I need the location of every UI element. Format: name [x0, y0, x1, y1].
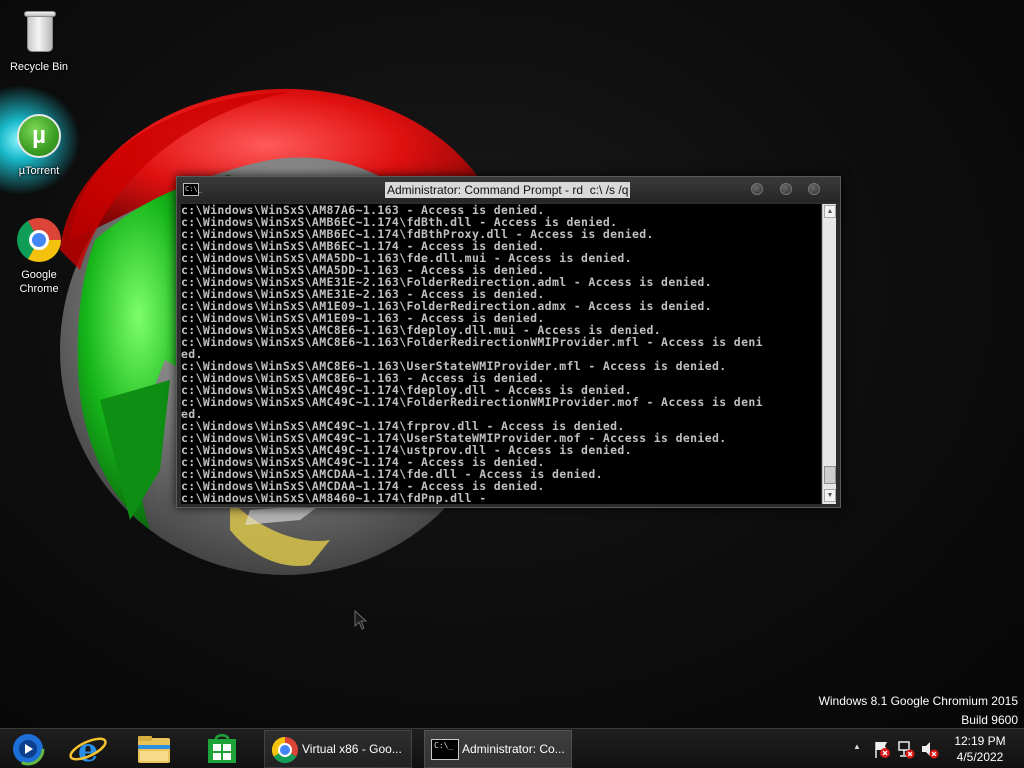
windows-version-watermark: Windows 8.1 Google Chromium 2015 [818, 694, 1018, 708]
recycle-bin-icon [15, 8, 63, 56]
taskbar-task-label: Virtual x86 - Goo... [302, 742, 402, 756]
action-center-flag-icon [875, 742, 890, 758]
file-explorer-icon [138, 736, 170, 763]
chevron-up-icon: ▲ [853, 742, 861, 751]
show-hidden-icons-button[interactable]: ▲ [850, 729, 866, 768]
clock-date: 4/5/2022 [956, 750, 1004, 764]
network-icon [898, 741, 915, 759]
chrome-icon [271, 736, 298, 764]
window-titlebar[interactable]: C:\_ Administrator: Command Prompt - rd … [177, 177, 840, 202]
taskbar-pin-store[interactable] [194, 731, 250, 767]
tray-network[interactable] [896, 729, 916, 768]
internet-explorer-icon: e [69, 731, 107, 768]
desktop-icon-label: Recycle Bin [9, 61, 69, 73]
scroll-down-arrow-icon[interactable]: ▼ [824, 489, 836, 502]
vertical-scrollbar[interactable]: ▲ ▼ [822, 204, 836, 504]
media-center-icon [11, 732, 45, 766]
taskbar-pin-media-center[interactable] [0, 731, 56, 767]
volume-muted-icon [922, 742, 939, 759]
chrome-icon [15, 216, 63, 264]
store-icon [208, 734, 236, 763]
taskbar-pin-file-explorer[interactable] [126, 731, 182, 767]
window-title: Administrator: Command Prompt - rd c:\ /… [385, 182, 631, 198]
desktop-icon-utorrent[interactable]: µ µTorrent [1, 112, 77, 178]
taskbar-task-command-prompt[interactable]: C:\_ Administrator: Co... [424, 730, 572, 768]
console-output[interactable]: c:\Windows\WinSxS\AM87A6~1.163 - Access … [181, 204, 821, 504]
clock-time: 12:19 PM [954, 734, 1006, 748]
svg-text:e: e [78, 731, 98, 767]
taskbar-task-label: Administrator: Co... [462, 742, 565, 756]
taskbar-task-chrome[interactable]: Virtual x86 - Goo... [264, 730, 412, 768]
utorrent-icon: µ [15, 112, 63, 160]
scroll-up-arrow-icon[interactable]: ▲ [824, 205, 836, 218]
minimize-button[interactable] [751, 183, 763, 195]
desktop-icon-label: Google Chrome [19, 269, 59, 295]
taskbar: e Virtual x86 - Goo... C:\_ Administrato… [0, 728, 1024, 768]
desktop-icon-google-chrome[interactable]: Google Chrome [1, 216, 77, 296]
tray-volume[interactable] [920, 729, 940, 768]
maximize-button[interactable] [780, 183, 792, 195]
mouse-cursor-icon [354, 610, 368, 630]
taskbar-clock[interactable]: 12:19 PM 4/5/2022 [940, 733, 1020, 765]
cmd-icon: C:\_ [431, 739, 459, 760]
tray-action-center[interactable] [872, 729, 892, 768]
taskbar-pin-internet-explorer[interactable]: e [60, 731, 116, 768]
desktop-icon-recycle-bin[interactable]: Recycle Bin [1, 8, 77, 74]
desktop-icon-label: µTorrent [18, 165, 60, 177]
console-text: c:\Windows\WinSxS\AM87A6~1.163 - Access … [181, 204, 821, 504]
scroll-thumb[interactable] [824, 466, 836, 484]
windows-build-watermark: Build 9600 [961, 713, 1018, 727]
console-line: c:\Windows\WinSxS\AMC8E6~1.163\FolderRed… [181, 335, 763, 349]
command-prompt-window[interactable]: C:\_ Administrator: Command Prompt - rd … [176, 176, 841, 508]
cmd-icon[interactable]: C:\_ [183, 183, 202, 196]
console-line: c:\Windows\WinSxS\AMC49C~1.174\FolderRed… [181, 395, 763, 409]
console-line: c:\Windows\WinSxS\AM8460~1.174\fdPnp.dll… [181, 491, 487, 504]
close-button[interactable] [808, 183, 820, 195]
